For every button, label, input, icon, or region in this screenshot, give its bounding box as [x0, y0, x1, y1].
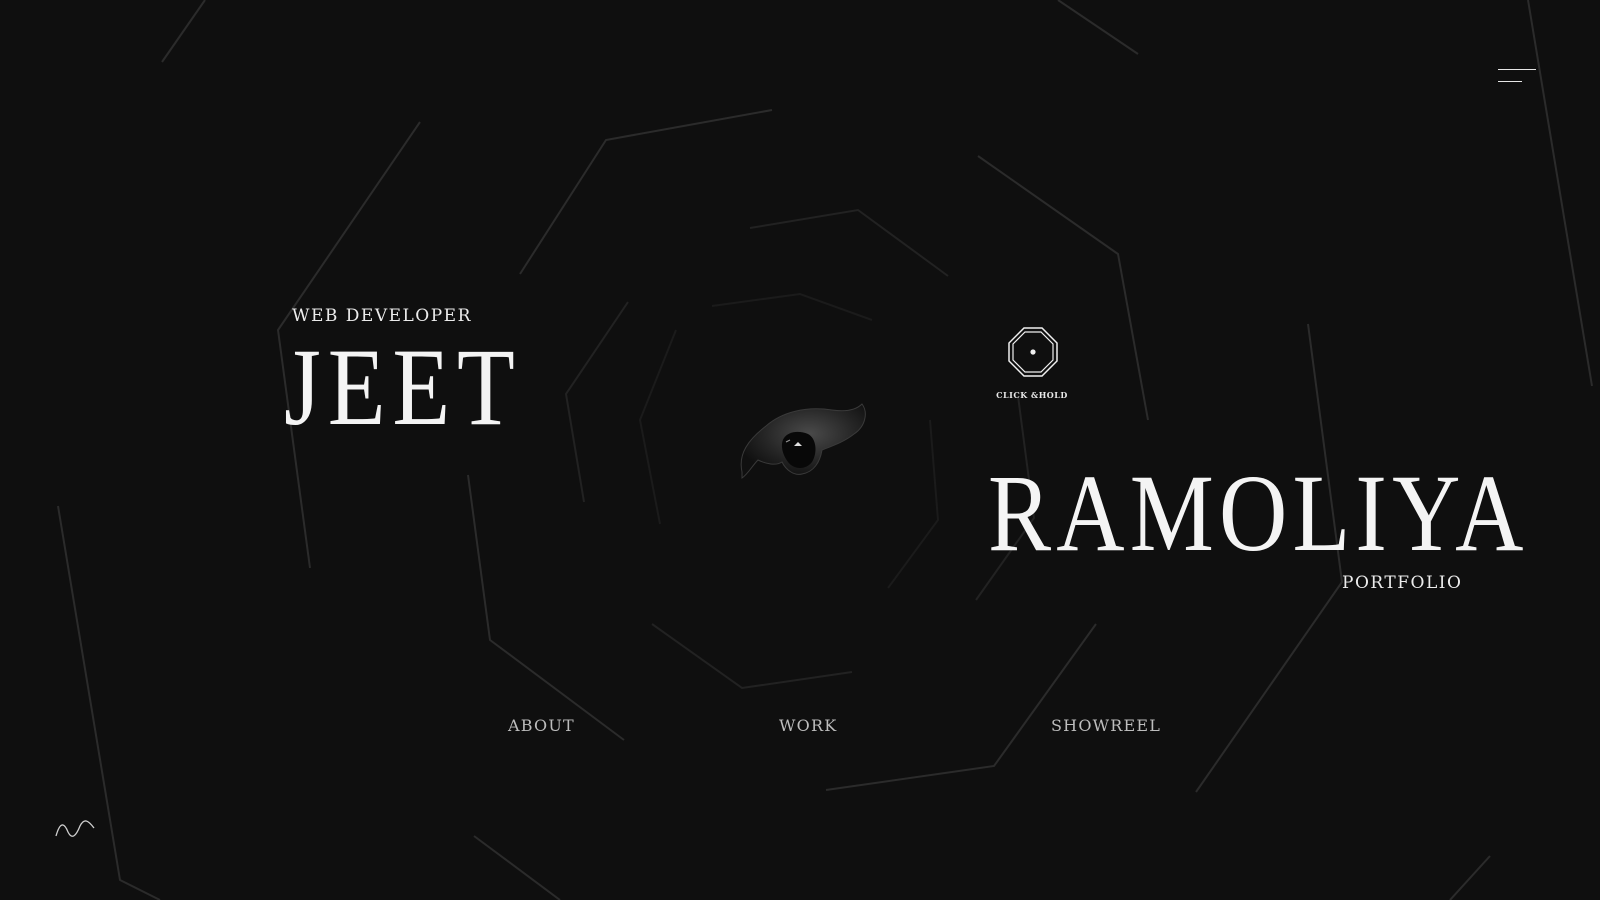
3d-creature-model: [740, 403, 866, 479]
nav-work[interactable]: WORK: [779, 716, 837, 735]
click-hold-label: CLICK &HOLD: [996, 390, 1068, 400]
nav-about[interactable]: ABOUT: [508, 716, 575, 735]
hero-subtitle: WEB DEVELOPER: [292, 306, 472, 326]
menu-bar-bottom: [1498, 81, 1522, 82]
hero-first-name: JEET: [284, 326, 522, 448]
nav-showreel[interactable]: SHOWREEL: [1051, 716, 1161, 735]
menu-bar-top: [1498, 69, 1536, 70]
hero-last-name: RAMOLIYA: [988, 452, 1529, 574]
menu-button[interactable]: [1492, 62, 1542, 90]
octagon-icon: [1008, 327, 1058, 377]
hero-tagline: PORTFOLIO: [1342, 573, 1463, 593]
click-hold-button[interactable]: CLICK &HOLD: [996, 326, 1068, 406]
sound-wave-icon[interactable]: [54, 818, 96, 840]
